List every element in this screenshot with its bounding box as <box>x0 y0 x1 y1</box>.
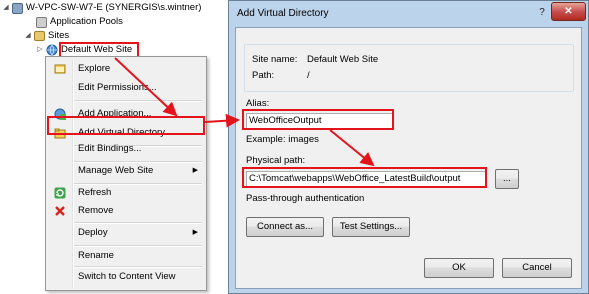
highlight-alias-input <box>242 109 394 130</box>
dialog-title: Add Virtual Directory <box>237 8 329 19</box>
alias-label: Alias: <box>246 98 270 109</box>
highlight-physical-path-input <box>242 167 487 188</box>
cancel-button[interactable]: Cancel <box>502 258 572 278</box>
dialog-titlebar[interactable]: Add Virtual Directory ? ✕ <box>229 1 588 27</box>
tree-node-sites[interactable]: ◢ Sites <box>24 29 69 43</box>
expand-icon[interactable]: ▷ <box>36 46 44 54</box>
add-virtual-directory-dialog: Add Virtual Directory ? ✕ Site name: Def… <box>228 0 589 294</box>
menu-item-deploy[interactable]: Deploy ▶ <box>48 223 204 242</box>
path-value: / <box>307 70 310 81</box>
globe-icon <box>46 44 58 56</box>
menu-item-refresh[interactable]: Refresh <box>48 183 204 202</box>
submenu-arrow-icon: ▶ <box>192 229 198 236</box>
tree-node-app-pools[interactable]: Application Pools <box>36 15 123 29</box>
dialog-body: Site name: Default Web Site Path: / Alia… <box>235 27 582 289</box>
collapse-icon[interactable]: ◢ <box>2 4 10 12</box>
connect-as-button[interactable]: Connect as... <box>246 217 324 237</box>
server-icon <box>12 2 23 14</box>
site-name-value: Default Web Site <box>307 54 379 65</box>
menu-separator <box>74 100 202 102</box>
sites-label: Sites <box>48 30 70 41</box>
app-pools-icon <box>36 16 47 28</box>
path-label: Path: <box>252 70 275 81</box>
alias-example: Example: images <box>246 134 319 145</box>
menu-item-explore[interactable]: Explore <box>48 59 204 78</box>
close-button[interactable]: ✕ <box>551 2 586 21</box>
menu-item-edit-bindings[interactable]: Edit Bindings... <box>48 139 204 158</box>
menu-item-switch-to-content-view[interactable]: Switch to Content View <box>48 267 204 286</box>
explore-icon <box>54 64 66 74</box>
menu-item-manage-web-site[interactable]: Manage Web Site ▶ <box>48 161 204 180</box>
site-info-group: Site name: Default Web Site Path: / <box>244 44 574 92</box>
physical-path-label: Physical path: <box>246 155 306 166</box>
ok-button[interactable]: OK <box>424 258 494 278</box>
pass-through-authentication-label: Pass-through authentication <box>246 193 365 204</box>
highlight-add-virtual-directory <box>47 116 205 135</box>
app-pools-label: Application Pools <box>50 16 123 27</box>
menu-item-remove[interactable]: Remove <box>48 201 204 220</box>
remove-icon <box>55 206 65 216</box>
menu-item-rename[interactable]: Rename <box>48 246 204 265</box>
submenu-arrow-icon: ▶ <box>192 167 198 174</box>
tree-node-server[interactable]: ◢ W-VPC-SW-W7-E (SYNERGIS\s.wintner) <box>2 1 201 15</box>
test-settings-button[interactable]: Test Settings... <box>332 217 410 237</box>
menu-item-edit-permissions[interactable]: Edit Permissions... <box>48 78 204 97</box>
server-name: W-VPC-SW-W7-E (SYNERGIS\s.wintner) <box>26 2 202 13</box>
collapse-icon[interactable]: ◢ <box>24 32 32 40</box>
sites-folder-icon <box>34 31 45 41</box>
site-name-label: Site name: <box>252 54 298 65</box>
browse-button[interactable]: ... <box>495 169 519 189</box>
refresh-icon <box>54 187 66 199</box>
help-button[interactable]: ? <box>535 5 549 21</box>
context-menu: Explore Edit Permissions... Add Applicat… <box>45 56 207 291</box>
